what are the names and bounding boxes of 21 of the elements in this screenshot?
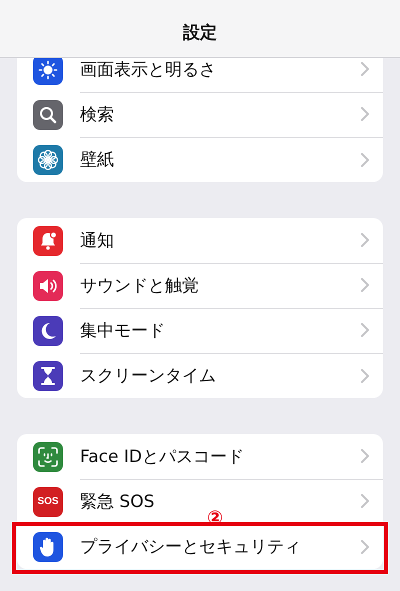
chevron-icon bbox=[361, 62, 369, 76]
row-label[interactable]: プライバシーとセキュリティ bbox=[80, 535, 361, 558]
chevron-icon bbox=[361, 368, 369, 382]
row-label[interactable]: 壁紙 bbox=[80, 148, 361, 171]
chevron-icon bbox=[361, 323, 369, 337]
chevron-icon bbox=[361, 278, 369, 292]
chevron-icon bbox=[361, 107, 369, 121]
chevron-icon bbox=[361, 540, 369, 554]
chevron-icon bbox=[361, 233, 369, 247]
chevron-icon bbox=[361, 152, 369, 166]
row-label[interactable]: サウンドと触覚 bbox=[80, 274, 361, 296]
chevron-icon bbox=[361, 494, 369, 508]
row-label[interactable]: 画面表示と明るさ bbox=[80, 58, 361, 80]
row-label[interactable]: Face IDとパスコード bbox=[80, 444, 361, 468]
row-label[interactable]: スクリーンタイム bbox=[80, 364, 361, 387]
row-label[interactable]: 通知 bbox=[80, 228, 361, 252]
page-title: 設定 bbox=[183, 22, 217, 45]
chevron-icon bbox=[361, 449, 369, 463]
row-label[interactable]: 検索 bbox=[80, 102, 361, 126]
row-label[interactable]: 集中モード bbox=[80, 318, 361, 342]
sos-icon: SOS bbox=[33, 486, 63, 516]
